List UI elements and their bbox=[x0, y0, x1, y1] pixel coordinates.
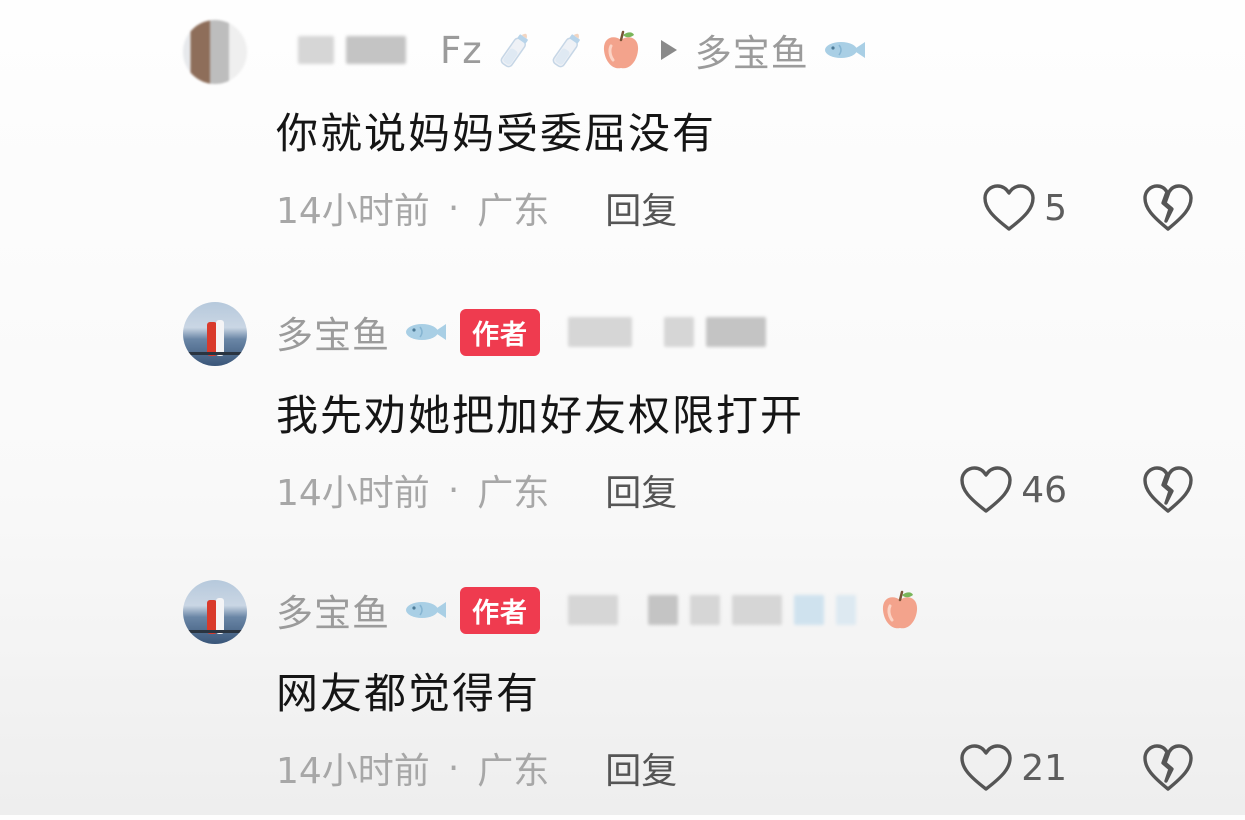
author-name-suffix: Fz bbox=[440, 28, 483, 72]
like-count: 21 bbox=[1021, 747, 1067, 789]
reply-button[interactable]: 回复 bbox=[605, 464, 677, 516]
like-button[interactable]: 5 bbox=[982, 180, 1067, 236]
comment-item: 多宝鱼 作者 我先劝她把加好友权限打开 14小时前 · 广东 回复 46 bbox=[0, 282, 1245, 542]
meta-separator: · bbox=[447, 469, 460, 511]
comment-text: 网友都觉得有 bbox=[276, 669, 541, 718]
reply-arrow-icon bbox=[660, 40, 677, 60]
comment-meta: 14小时前 · 广东 回复 bbox=[276, 742, 677, 794]
baby-bottle-icon bbox=[495, 28, 535, 72]
comment-meta: 14小时前 · 广东 回复 bbox=[276, 182, 677, 234]
broken-heart-icon[interactable] bbox=[1142, 183, 1194, 233]
meta-separator: · bbox=[447, 187, 460, 229]
like-count: 5 bbox=[1044, 187, 1067, 229]
fish-icon bbox=[823, 39, 867, 61]
blurred-text bbox=[690, 595, 720, 625]
comment-location: 广东 bbox=[477, 751, 550, 792]
comment-header: 多宝鱼 作者 bbox=[276, 584, 922, 636]
avatar[interactable] bbox=[183, 302, 247, 366]
broken-heart-icon[interactable] bbox=[1142, 465, 1194, 515]
avatar[interactable] bbox=[183, 20, 247, 84]
author-name[interactable]: 多宝鱼 bbox=[276, 583, 390, 637]
blurred-text bbox=[648, 595, 678, 625]
baby-bottle-icon bbox=[547, 28, 587, 72]
blurred-text bbox=[732, 595, 782, 625]
blurred-text bbox=[836, 595, 856, 625]
fish-icon bbox=[404, 321, 448, 343]
comment-text: 我先劝她把加好友权限打开 bbox=[276, 391, 805, 440]
blurred-username bbox=[298, 36, 334, 64]
peach-icon bbox=[878, 588, 922, 632]
comment-time: 14小时前 bbox=[276, 473, 430, 514]
like-count: 46 bbox=[1021, 469, 1067, 511]
blurred-text bbox=[794, 595, 824, 625]
author-badge: 作者 bbox=[460, 586, 540, 634]
blurred-text bbox=[706, 317, 766, 347]
meta-separator: · bbox=[447, 747, 460, 789]
reply-to-name[interactable]: 多宝鱼 bbox=[695, 23, 809, 77]
comment-item: Fz 多宝鱼 你就说妈妈受委屈没有 14小时前 · 广东 回复 5 bbox=[0, 0, 1245, 260]
blurred-text bbox=[568, 595, 618, 625]
fish-icon bbox=[404, 599, 448, 621]
like-button[interactable]: 21 bbox=[959, 740, 1067, 796]
blurred-text bbox=[664, 317, 694, 347]
author-badge: 作者 bbox=[460, 308, 540, 356]
author-name[interactable]: 多宝鱼 bbox=[276, 305, 390, 359]
comment-time: 14小时前 bbox=[276, 191, 430, 232]
comment-time: 14小时前 bbox=[276, 751, 430, 792]
reply-button[interactable]: 回复 bbox=[605, 742, 677, 794]
comment-meta: 14小时前 · 广东 回复 bbox=[276, 464, 677, 516]
comment-header: 多宝鱼 作者 bbox=[276, 306, 766, 358]
comment-header: Fz 多宝鱼 bbox=[276, 24, 867, 76]
like-button[interactable]: 46 bbox=[959, 462, 1067, 518]
comment-location: 广东 bbox=[477, 191, 550, 232]
comment-location: 广东 bbox=[477, 473, 550, 514]
peach-icon bbox=[599, 28, 643, 72]
broken-heart-icon[interactable] bbox=[1142, 743, 1194, 793]
avatar[interactable] bbox=[183, 580, 247, 644]
comment-text: 你就说妈妈受委屈没有 bbox=[276, 109, 717, 158]
blurred-username bbox=[346, 36, 406, 64]
heart-icon bbox=[982, 183, 1036, 233]
blurred-text bbox=[568, 317, 632, 347]
heart-icon bbox=[959, 465, 1013, 515]
comment-item: 多宝鱼 作者 网友都觉得有 14小时前 · 广东 回复 21 bbox=[0, 560, 1245, 820]
heart-icon bbox=[959, 743, 1013, 793]
reply-button[interactable]: 回复 bbox=[605, 182, 677, 234]
